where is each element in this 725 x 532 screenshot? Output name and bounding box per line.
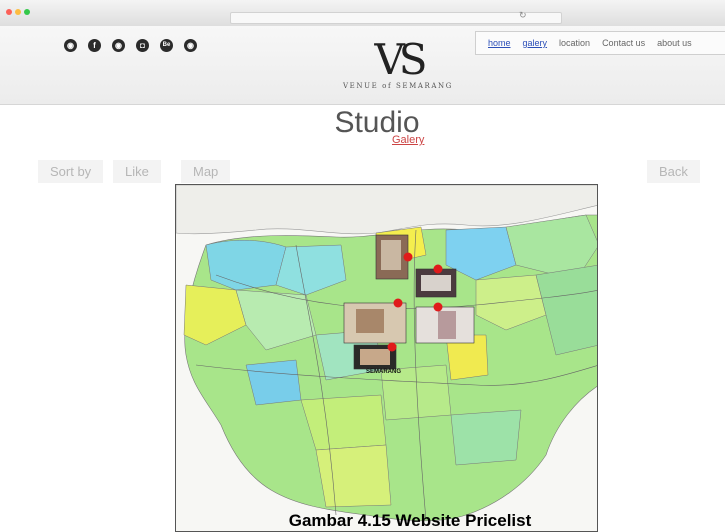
- logo-mark: VS: [374, 35, 427, 84]
- nav-about[interactable]: about us: [657, 38, 692, 48]
- behance-icon[interactable]: Be: [160, 39, 173, 52]
- map-svg: SEMARANG: [176, 185, 597, 522]
- browser-titlebar: ↻: [0, 0, 725, 27]
- minimize-dot[interactable]: [15, 9, 21, 15]
- site-logo[interactable]: VS VENUE of SEMARANG: [343, 35, 453, 91]
- nav-contact[interactable]: Contact us: [602, 38, 645, 48]
- social-icon-3[interactable]: ◉: [112, 39, 125, 52]
- address-bar[interactable]: [230, 12, 562, 24]
- sort-by-button[interactable]: Sort by: [38, 160, 104, 183]
- instagram-icon[interactable]: ◘: [136, 39, 149, 52]
- social-icon-1[interactable]: ◉: [64, 39, 77, 52]
- like-button[interactable]: Like: [113, 160, 161, 183]
- close-dot[interactable]: [6, 9, 12, 15]
- main-nav: home galery location Contact us about us: [475, 31, 725, 55]
- logo-subtitle: VENUE of SEMARANG: [343, 82, 453, 90]
- map-button[interactable]: Map: [181, 160, 231, 183]
- location-marker-5[interactable]: [387, 342, 397, 352]
- social-icons: ◉ f ◉ ◘ Be ◉: [64, 39, 197, 52]
- map-city-label: SEMARANG: [366, 369, 401, 375]
- studio-map[interactable]: SEMARANG: [175, 184, 598, 532]
- zoom-dot[interactable]: [24, 9, 30, 15]
- location-marker-2[interactable]: [433, 264, 443, 274]
- location-marker-3[interactable]: [393, 298, 403, 308]
- facebook-icon[interactable]: f: [88, 39, 101, 52]
- figure-caption: Gambar 4.15 Website Pricelist: [288, 511, 532, 530]
- nav-home[interactable]: home: [488, 38, 511, 48]
- nav-galery[interactable]: galery: [523, 38, 548, 48]
- district-cyan-1: [205, 239, 287, 291]
- page-subtitle[interactable]: Galery: [392, 134, 424, 146]
- reload-icon[interactable]: ↻: [519, 10, 527, 21]
- social-icon-6[interactable]: ◉: [184, 39, 197, 52]
- nav-location[interactable]: location: [559, 38, 590, 48]
- back-button[interactable]: Back: [647, 160, 700, 183]
- location-marker-4[interactable]: [433, 302, 443, 312]
- location-marker-1[interactable]: [403, 252, 413, 262]
